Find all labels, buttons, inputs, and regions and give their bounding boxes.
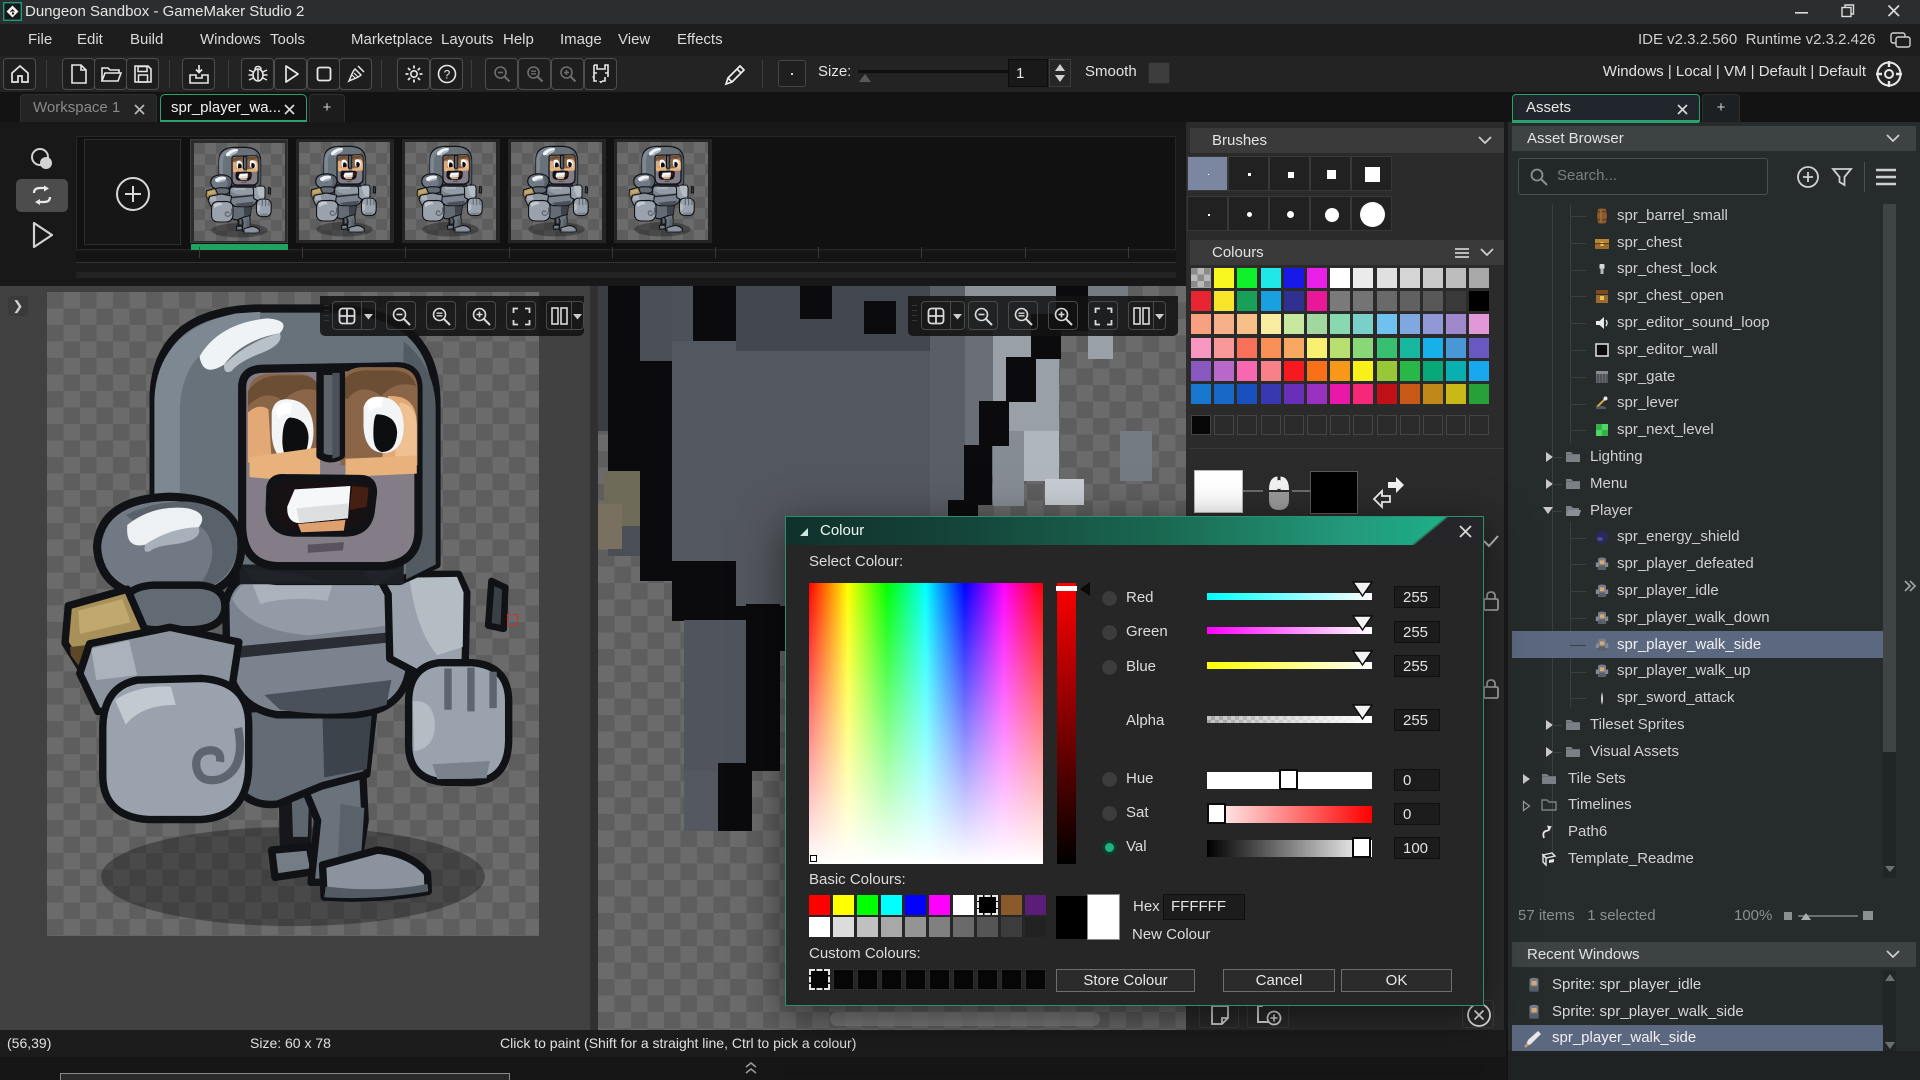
svg-text:?: ? (443, 68, 450, 82)
